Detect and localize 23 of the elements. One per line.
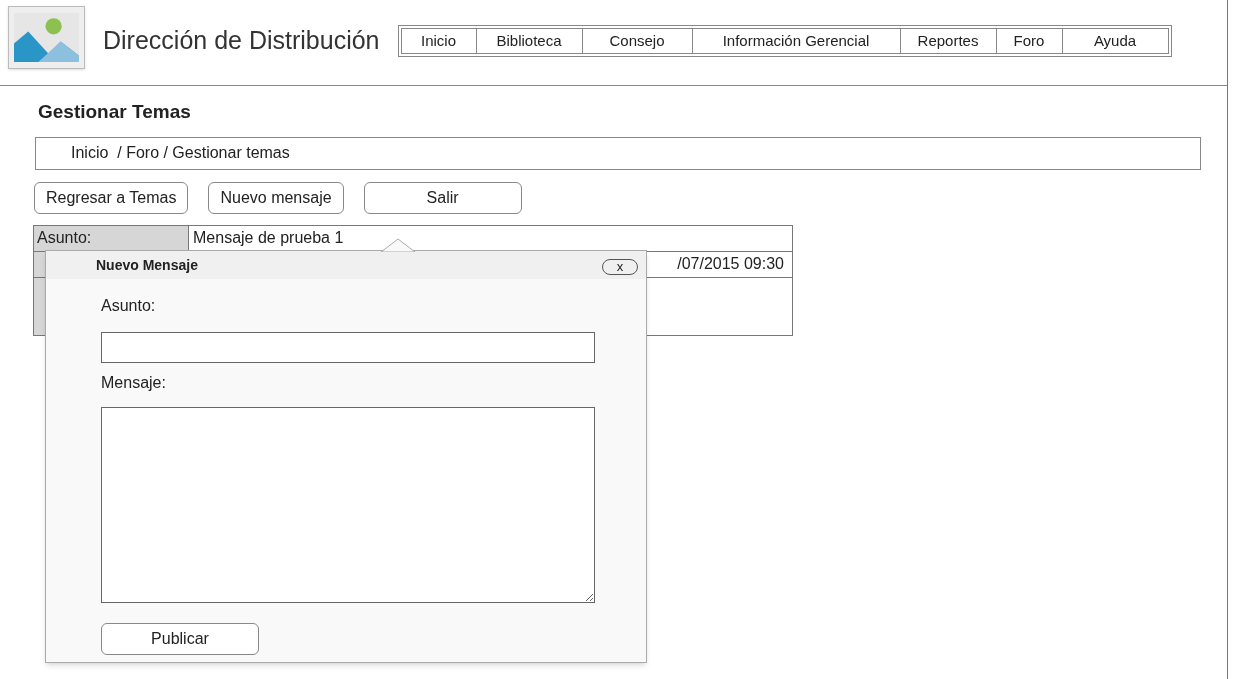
action-button[interactable]: Regresar a Temas — [34, 181, 189, 214]
nav-link[interactable]: Biblioteca — [476, 29, 583, 53]
nav-link[interactable]: Ayuda — [1062, 29, 1168, 53]
field-label: Asunto: — [101, 296, 157, 316]
dialog-title: Nuevo Mensaje — [96, 255, 198, 275]
site-title: Dirección de Distribución — [103, 25, 380, 56]
nav-link[interactable]: Consejo — [582, 29, 693, 53]
subject-input-field[interactable] — [101, 332, 595, 363]
message-input-field[interactable] — [101, 407, 595, 603]
action-button[interactable]: Salir — [363, 181, 522, 214]
page-title: Gestionar Temas — [38, 100, 192, 124]
table-cell: Asunto: — [34, 225, 189, 251]
table-cell: Mensaje de prueba 1 — [193, 228, 344, 246]
publish-button[interactable]: Publicar — [101, 623, 259, 655]
image-placeholder-icon — [8, 6, 85, 69]
table-cell-text: /07/2015 09:30 — [677, 253, 784, 274]
nav-link[interactable]: Reportes — [900, 29, 997, 53]
nav-link[interactable]: Información Gerencial — [692, 29, 901, 53]
breadcrumb: Inicio / Foro / Gestionar temas — [35, 136, 1201, 170]
nav-link[interactable]: Foro — [996, 29, 1063, 53]
action-button[interactable]: Nuevo mensaje — [208, 181, 344, 214]
nav-link[interactable]: Inicio — [401, 29, 477, 53]
field-label: Mensaje: — [101, 373, 167, 393]
